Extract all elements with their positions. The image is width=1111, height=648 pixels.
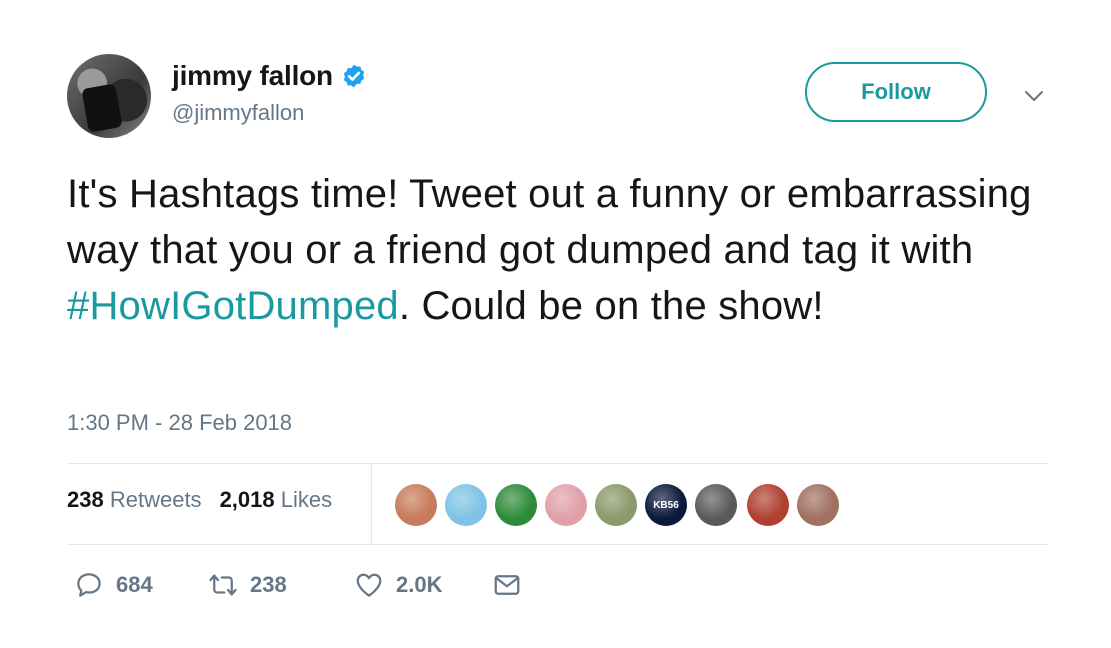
chevron-down-icon[interactable]: [1022, 84, 1046, 108]
retweets-label: Retweets: [109, 487, 202, 512]
retweet-count: 238: [67, 487, 104, 512]
verified-badge-icon: [343, 64, 365, 88]
retweets-stat[interactable]: 238 Retweets: [67, 487, 202, 513]
liker-avatar-7[interactable]: [695, 484, 737, 526]
user-handle[interactable]: @jimmyfallon: [172, 100, 304, 126]
name-row: jimmy fallon: [172, 60, 367, 92]
display-name[interactable]: jimmy fallon: [172, 60, 333, 92]
tweet-text-after: . Could be on the show!: [398, 284, 824, 328]
liker-avatar-8[interactable]: [747, 484, 789, 526]
likes-label: Likes: [280, 487, 333, 512]
divider-bottom: [67, 544, 1047, 545]
liker-avatar-4[interactable]: [545, 484, 587, 526]
tweet-text: It's Hashtags time! Tweet out a funny or…: [67, 166, 1047, 334]
follow-button[interactable]: Follow: [805, 62, 987, 122]
liker-avatar-1[interactable]: [395, 484, 437, 526]
reply-icon: [77, 573, 101, 597]
retweet-action-count: 238: [250, 572, 287, 597]
reply-count: 684: [116, 572, 153, 597]
like-action[interactable]: 2.0K: [354, 570, 442, 600]
retweet-icon: [209, 574, 237, 596]
divider-top: [67, 463, 1047, 464]
tweet-timestamp[interactable]: 1:30 PM - 28 Feb 2018: [67, 410, 292, 436]
stats-separator: [371, 463, 372, 544]
like-action-count: 2.0K: [396, 572, 443, 597]
liker-avatar-5[interactable]: [595, 484, 637, 526]
tweet-text-before: It's Hashtags time! Tweet out a funny or…: [67, 172, 1032, 272]
message-action[interactable]: [492, 570, 522, 600]
liker-avatar-kb56[interactable]: KB56: [645, 484, 687, 526]
liker-avatar-3[interactable]: [495, 484, 537, 526]
heart-icon: [356, 573, 382, 597]
like-count: 2,018: [219, 487, 275, 512]
hashtag-link[interactable]: #HowIGotDumped: [67, 284, 399, 328]
retweet-action[interactable]: 238: [208, 570, 287, 600]
profile-avatar[interactable]: [67, 54, 151, 138]
reply-action[interactable]: 684: [74, 570, 153, 600]
liker-avatar-whale[interactable]: [445, 484, 487, 526]
likes-stat[interactable]: 2,018 Likes: [220, 487, 333, 513]
liker-avatar-9[interactable]: [797, 484, 839, 526]
stats-row: 238 Retweets 2,018 Likes: [67, 487, 332, 513]
envelope-icon: [494, 575, 520, 595]
